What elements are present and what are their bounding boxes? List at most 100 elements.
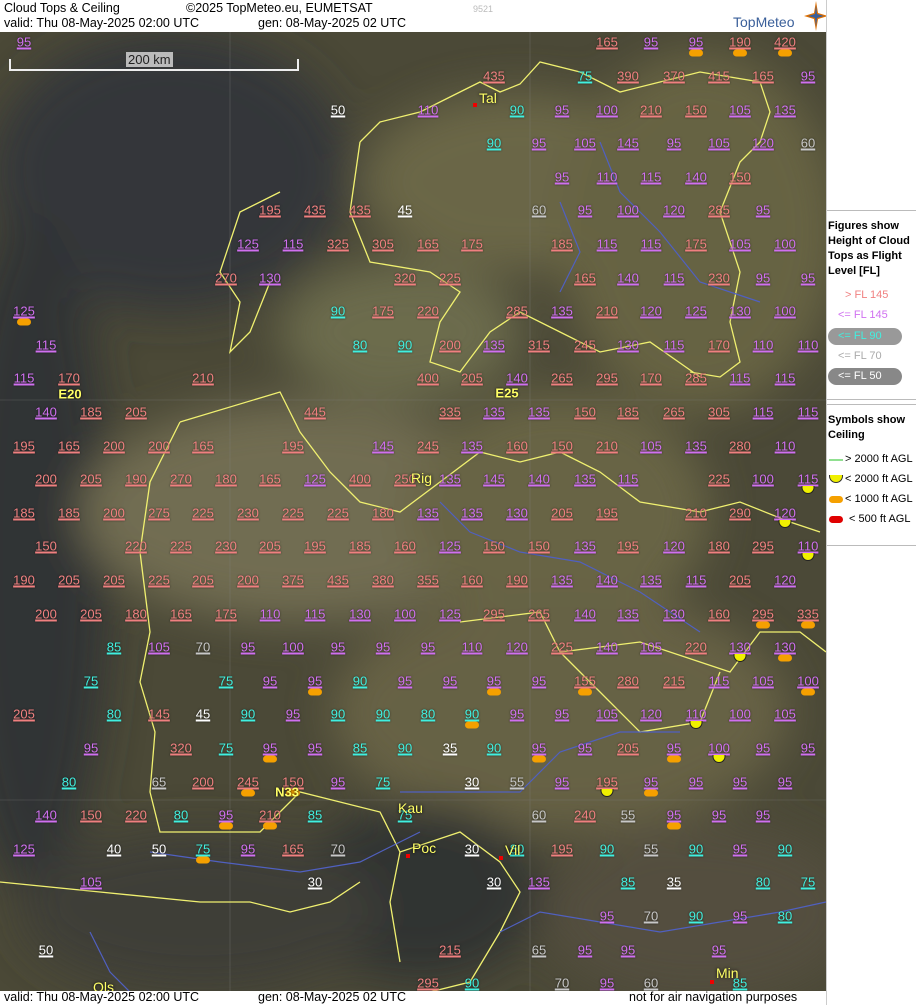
cloud-top-label: 130 xyxy=(349,606,371,622)
cloud-top-label: 130 xyxy=(506,505,528,521)
cloud-top-label: 95 xyxy=(262,740,278,756)
cloud-top-label: 245 xyxy=(574,337,596,353)
map-title: Cloud Tops & Ceiling xyxy=(4,1,120,15)
cloud-top-label: 90 xyxy=(688,841,704,857)
cloud-top-label: 95 xyxy=(643,34,659,50)
cloud-top-label: 95 xyxy=(330,774,346,790)
cloud-top-label: 95 xyxy=(755,740,771,756)
cloud-top-label: 95 xyxy=(800,270,816,286)
ceiling-orange-symbol xyxy=(733,49,747,57)
cloud-top-label: 100 xyxy=(774,303,796,319)
cloud-top-label: 200 xyxy=(439,337,461,353)
cloud-top-label: 95 xyxy=(732,774,748,790)
cloud-top-label: 165 xyxy=(417,236,439,252)
cloud-top-label: 100 xyxy=(797,673,819,689)
cloud-top-label: 115 xyxy=(797,404,819,420)
compass-star-icon xyxy=(804,1,828,31)
cloud-top-label: 110 xyxy=(774,438,796,454)
cloud-top-label: 85 xyxy=(106,639,122,655)
cloud-top-label: 100 xyxy=(708,740,730,756)
satellite-map[interactable]: 200 km 95 165 95 95 190 420 435 75 390 370 415 165 9… xyxy=(0,32,826,992)
cloud-top-label: 195 xyxy=(282,438,304,454)
cloud-top-label: 115 xyxy=(640,236,662,252)
cloud-top-label: 105 xyxy=(148,639,170,655)
cloud-top-label: 95 xyxy=(711,807,727,823)
ceiling-legend-heading: Symbols show Ceiling xyxy=(828,414,906,441)
cloud-top-label: 110 xyxy=(596,169,618,185)
cloud-top-label: 435 xyxy=(483,68,505,84)
cloud-top-label: 65 xyxy=(151,774,167,790)
ceiling-orange-symbol xyxy=(778,654,792,662)
cloud-top-label: 75 xyxy=(577,68,593,84)
cloud-top-label: 225 xyxy=(551,639,573,655)
orange-pill-symbol xyxy=(829,496,843,503)
cloud-top-label: 95 xyxy=(599,975,615,991)
fl-item-le-90: <= FL 90 xyxy=(838,330,882,342)
cloud-top-label: 95 xyxy=(240,639,256,655)
cloud-top-label: 140 xyxy=(574,606,596,622)
cloud-top-label: 225 xyxy=(282,505,304,521)
cloud-top-label: 205 xyxy=(103,572,125,588)
cloud-top-label: 90 xyxy=(486,135,502,151)
cloud-top-label: 285 xyxy=(708,202,730,218)
cloud-top-label: 115 xyxy=(729,370,751,386)
city-label: Poc xyxy=(412,840,437,856)
cloud-top-label: 100 xyxy=(596,102,618,118)
cloud-top-label: 375 xyxy=(282,572,304,588)
cloud-top-label: 95 xyxy=(83,740,99,756)
cloud-top-label: 30 xyxy=(307,874,323,890)
cloud-top-label: 185 xyxy=(551,236,573,252)
ceiling-orange-symbol xyxy=(263,755,277,763)
cloud-top-label: 95 xyxy=(688,774,704,790)
cloud-top-label: 110 xyxy=(461,639,483,655)
cloud-top-label: 180 xyxy=(215,471,237,487)
cloud-top-label: 210 xyxy=(596,303,618,319)
cloud-top-label: 120 xyxy=(640,303,662,319)
cloud-top-label: 135 xyxy=(574,538,596,554)
cloud-top-label: 50 xyxy=(151,841,167,857)
cloud-top-label: 120 xyxy=(663,202,685,218)
cloud-top-label: 210 xyxy=(259,807,281,823)
cloud-top-label: 165 xyxy=(259,471,281,487)
cloud-top-label: 135 xyxy=(574,471,596,487)
cloud-top-label: 115 xyxy=(640,169,662,185)
map-header: Cloud Tops & Ceiling ©2025 TopMeteo.eu, … xyxy=(0,0,828,32)
yellow-semicircle-symbol xyxy=(829,475,843,483)
cloud-top-label: 205 xyxy=(58,572,80,588)
cloud-top-label: 100 xyxy=(752,471,774,487)
cloud-top-label: 140 xyxy=(596,572,618,588)
cloud-top-label: 105 xyxy=(729,102,751,118)
cloud-top-label: 225 xyxy=(170,538,192,554)
cloud-top-label: 80 xyxy=(352,337,368,353)
ceiling-orange-symbol xyxy=(756,621,770,629)
cloud-top-label: 45 xyxy=(397,202,413,218)
cloud-top-label: 95 xyxy=(800,740,816,756)
city-dot xyxy=(710,980,714,984)
cloud-top-label: 90 xyxy=(397,740,413,756)
cloud-top-label: 195 xyxy=(596,774,618,790)
cloud-top-label: 95 xyxy=(666,807,682,823)
cloud-top-label: 110 xyxy=(259,606,281,622)
cloud-top-label: 135 xyxy=(617,606,639,622)
city-dot xyxy=(473,103,477,107)
cloud-top-label: 105 xyxy=(774,706,796,722)
cloud-top-label: 270 xyxy=(170,471,192,487)
cloud-top-label: 140 xyxy=(35,807,57,823)
cloud-top-label: 180 xyxy=(708,538,730,554)
cloud-top-label: 140 xyxy=(528,471,550,487)
cloud-top-label: 335 xyxy=(797,606,819,622)
footer-generated-time: gen: 08-May-2025 02 UTC xyxy=(258,990,406,1004)
cloud-top-label: 120 xyxy=(774,505,796,521)
cloud-top-label: 185 xyxy=(617,404,639,420)
cloud-top-label: 175 xyxy=(461,236,483,252)
cloud-top-label: 135 xyxy=(528,874,550,890)
cloud-top-label: 90 xyxy=(375,706,391,722)
cloud-top-label: 75 xyxy=(218,673,234,689)
cloud-top-label: 95 xyxy=(375,639,391,655)
cloud-top-label: 435 xyxy=(349,202,371,218)
cloud-top-label: 30 xyxy=(464,774,480,790)
cloud-top-label: 135 xyxy=(461,505,483,521)
footer-valid-time: valid: Thu 08-May-2025 02:00 UTC xyxy=(4,990,200,1004)
cloud-top-label: 95 xyxy=(666,740,682,756)
cloud-top-label: 240 xyxy=(574,807,596,823)
